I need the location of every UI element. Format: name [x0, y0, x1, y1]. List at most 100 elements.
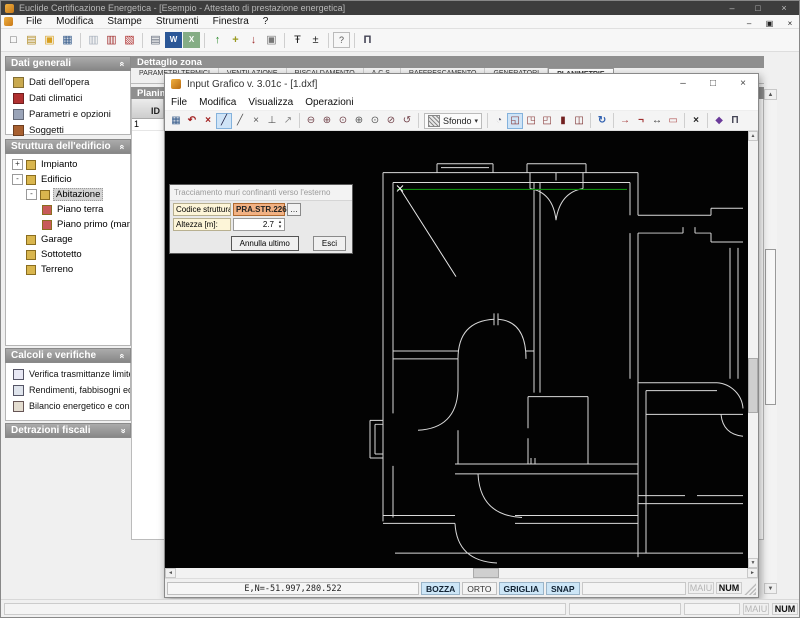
- exit-column-icon[interactable]: Π: [359, 32, 376, 48]
- certificate-icon[interactable]: ▧: [121, 32, 138, 48]
- cad-canvas[interactable]: Tracciamento muri confinanti verso l'est…: [165, 131, 748, 568]
- scrollbar-thumb[interactable]: [748, 357, 758, 413]
- perpendicular-icon[interactable]: ⊥: [264, 113, 280, 129]
- tree-item-abitazione[interactable]: - Abitazione: [6, 187, 130, 202]
- export-word-icon[interactable]: W: [165, 32, 182, 48]
- collapse-icon[interactable]: -: [12, 174, 23, 185]
- main-vertical-scrollbar[interactable]: ▲ ▼: [764, 89, 777, 594]
- door-tool-icon[interactable]: ▮: [555, 113, 571, 129]
- tree-item-sottotetto[interactable]: Sottotetto: [6, 247, 130, 262]
- codice-struttura-field[interactable]: PRA.STR.226: [233, 203, 287, 216]
- chevron-up-icon[interactable]: «: [117, 353, 127, 358]
- undo-icon[interactable]: ↶: [184, 113, 200, 129]
- stretch-icon[interactable]: ↔: [649, 113, 665, 129]
- erase-icon[interactable]: ×: [688, 113, 704, 129]
- close-icon[interactable]: ×: [728, 74, 758, 94]
- move-right-icon[interactable]: →: [617, 113, 633, 129]
- column-icon[interactable]: Π: [727, 113, 743, 129]
- pan-icon[interactable]: ↺: [399, 113, 415, 129]
- tree-item-terreno[interactable]: Terreno: [6, 262, 130, 277]
- chevron-up-icon[interactable]: «: [117, 144, 127, 149]
- copy-icon[interactable]: ▥: [85, 32, 102, 48]
- zoom-extents-icon[interactable]: ⊕: [351, 113, 367, 129]
- tree-item-piano-terra[interactable]: Piano terra: [6, 202, 130, 217]
- menu-strumenti[interactable]: Strumenti: [149, 16, 206, 27]
- bozza-toggle[interactable]: BOZZA: [421, 581, 461, 595]
- panel-header-calcoli[interactable]: Calcoli e verifiche «: [5, 348, 131, 363]
- new-sheet-icon[interactable]: ▭: [665, 113, 681, 129]
- duplicate-doc-icon[interactable]: ▣: [263, 32, 280, 48]
- scroll-up-icon[interactable]: ▲: [764, 89, 777, 100]
- menu-visualizza[interactable]: Visualizza: [248, 97, 301, 108]
- scrollbar-thumb[interactable]: [765, 249, 776, 405]
- refresh-icon[interactable]: ↻: [594, 113, 610, 129]
- delete-icon[interactable]: ×: [200, 113, 216, 129]
- sidebar-item-verifica[interactable]: Verifica trasmittanze limite: [6, 366, 130, 382]
- menu-finestra[interactable]: Finestra: [206, 16, 256, 27]
- menu-stampe[interactable]: Stampe: [100, 16, 148, 27]
- grafico-titlebar[interactable]: Input Grafico v. 3.01c - [1.dxf] – □ ×: [165, 74, 758, 94]
- tree-item-piano-primo[interactable]: Piano primo (mansarda): [6, 217, 130, 232]
- sidebar-item-rendimenti[interactable]: Rendimenti, fabbisogni ed EP: [6, 382, 130, 398]
- snap-cursor-icon[interactable]: ↗: [280, 113, 296, 129]
- delete-doc-icon[interactable]: ↓: [245, 32, 262, 48]
- canvas-vertical-scrollbar[interactable]: ▲ ▼: [748, 131, 758, 568]
- open-folder-icon[interactable]: ▣: [41, 32, 58, 48]
- menu-operazioni[interactable]: Operazioni: [305, 97, 361, 108]
- altezza-stepper[interactable]: 2.7 ▴ ▾: [233, 218, 285, 231]
- scroll-left-icon[interactable]: ◄: [165, 568, 176, 578]
- save-icon[interactable]: ▦: [168, 113, 184, 129]
- sidebar-item-parametri[interactable]: Parametri e opzioni: [6, 106, 130, 122]
- collapse-all-icon[interactable]: Ŧ: [289, 32, 306, 48]
- circle-tool-icon[interactable]: ◔: [491, 113, 507, 129]
- tree-item-garage[interactable]: Garage: [6, 232, 130, 247]
- menu-file[interactable]: File: [171, 97, 195, 108]
- delete-line-icon[interactable]: ×: [248, 113, 264, 129]
- scroll-down-icon[interactable]: ▼: [748, 558, 758, 568]
- new-file-icon[interactable]: □: [5, 32, 22, 48]
- print-icon[interactable]: ▤: [147, 32, 164, 48]
- zoom-out-icon[interactable]: ⊖: [303, 113, 319, 129]
- zoom-in-icon[interactable]: ⊕: [319, 113, 335, 129]
- sfondo-dropdown[interactable]: Sfondo ▾: [424, 112, 483, 129]
- tree-item-edificio[interactable]: - Edificio: [6, 172, 130, 187]
- menu-help[interactable]: ?: [256, 16, 276, 27]
- menu-modifica[interactable]: Modifica: [49, 16, 100, 27]
- panel-header-detrazioni[interactable]: Detrazioni fiscali «: [5, 423, 131, 438]
- griglia-toggle[interactable]: GRIGLIA: [498, 581, 544, 595]
- zoom-previous-icon[interactable]: ⊙: [335, 113, 351, 129]
- panel-header-struttura[interactable]: Struttura dell'edificio «: [5, 139, 131, 154]
- scroll-right-icon[interactable]: ►: [747, 568, 758, 578]
- annulla-ultimo-button[interactable]: Annulla ultimo: [230, 236, 299, 251]
- tree-item-impianto[interactable]: + Impianto: [6, 157, 130, 172]
- import-doc-icon[interactable]: ↑: [209, 32, 226, 48]
- browse-button[interactable]: …: [287, 203, 301, 216]
- sidebar-item-soggetti[interactable]: Soggetti: [6, 122, 130, 138]
- sidebar-item-dati-opera[interactable]: Dati dell'opera: [6, 74, 130, 90]
- orto-toggle[interactable]: ORTO: [462, 581, 497, 595]
- scrollbar-thumb[interactable]: [472, 568, 499, 578]
- new-from-template-icon[interactable]: ▤: [23, 32, 40, 48]
- zoom-scale-icon[interactable]: ⊘: [383, 113, 399, 129]
- draw-wall-icon[interactable]: ╱: [216, 112, 232, 129]
- expand-icon[interactable]: +: [12, 159, 23, 170]
- minimize-icon[interactable]: –: [668, 74, 698, 94]
- zoom-window-icon[interactable]: ⊙: [367, 113, 383, 129]
- panel-header-dati-generali[interactable]: Dati generali «: [5, 56, 131, 71]
- add-doc-icon[interactable]: +: [227, 32, 244, 48]
- wall-external-icon[interactable]: ◱: [507, 112, 524, 129]
- collapse-icon[interactable]: -: [26, 189, 37, 200]
- export-excel-icon[interactable]: X: [183, 32, 200, 48]
- snap-toggle[interactable]: SNAP: [545, 581, 580, 595]
- menu-file[interactable]: File: [19, 16, 49, 27]
- draw-line-icon[interactable]: ╱: [232, 113, 248, 129]
- wall-internal-icon[interactable]: ◳: [523, 113, 539, 129]
- help-icon[interactable]: ?: [333, 32, 350, 48]
- table-row[interactable]: 1: [132, 119, 164, 131]
- scroll-up-icon[interactable]: ▲: [748, 131, 758, 141]
- paste-icon[interactable]: ▥: [103, 32, 120, 48]
- move-corner-icon[interactable]: ¬: [633, 113, 649, 129]
- spin-down-icon[interactable]: ▾: [276, 224, 284, 230]
- save-icon[interactable]: ▦: [59, 32, 76, 48]
- chevron-up-icon[interactable]: «: [117, 61, 127, 66]
